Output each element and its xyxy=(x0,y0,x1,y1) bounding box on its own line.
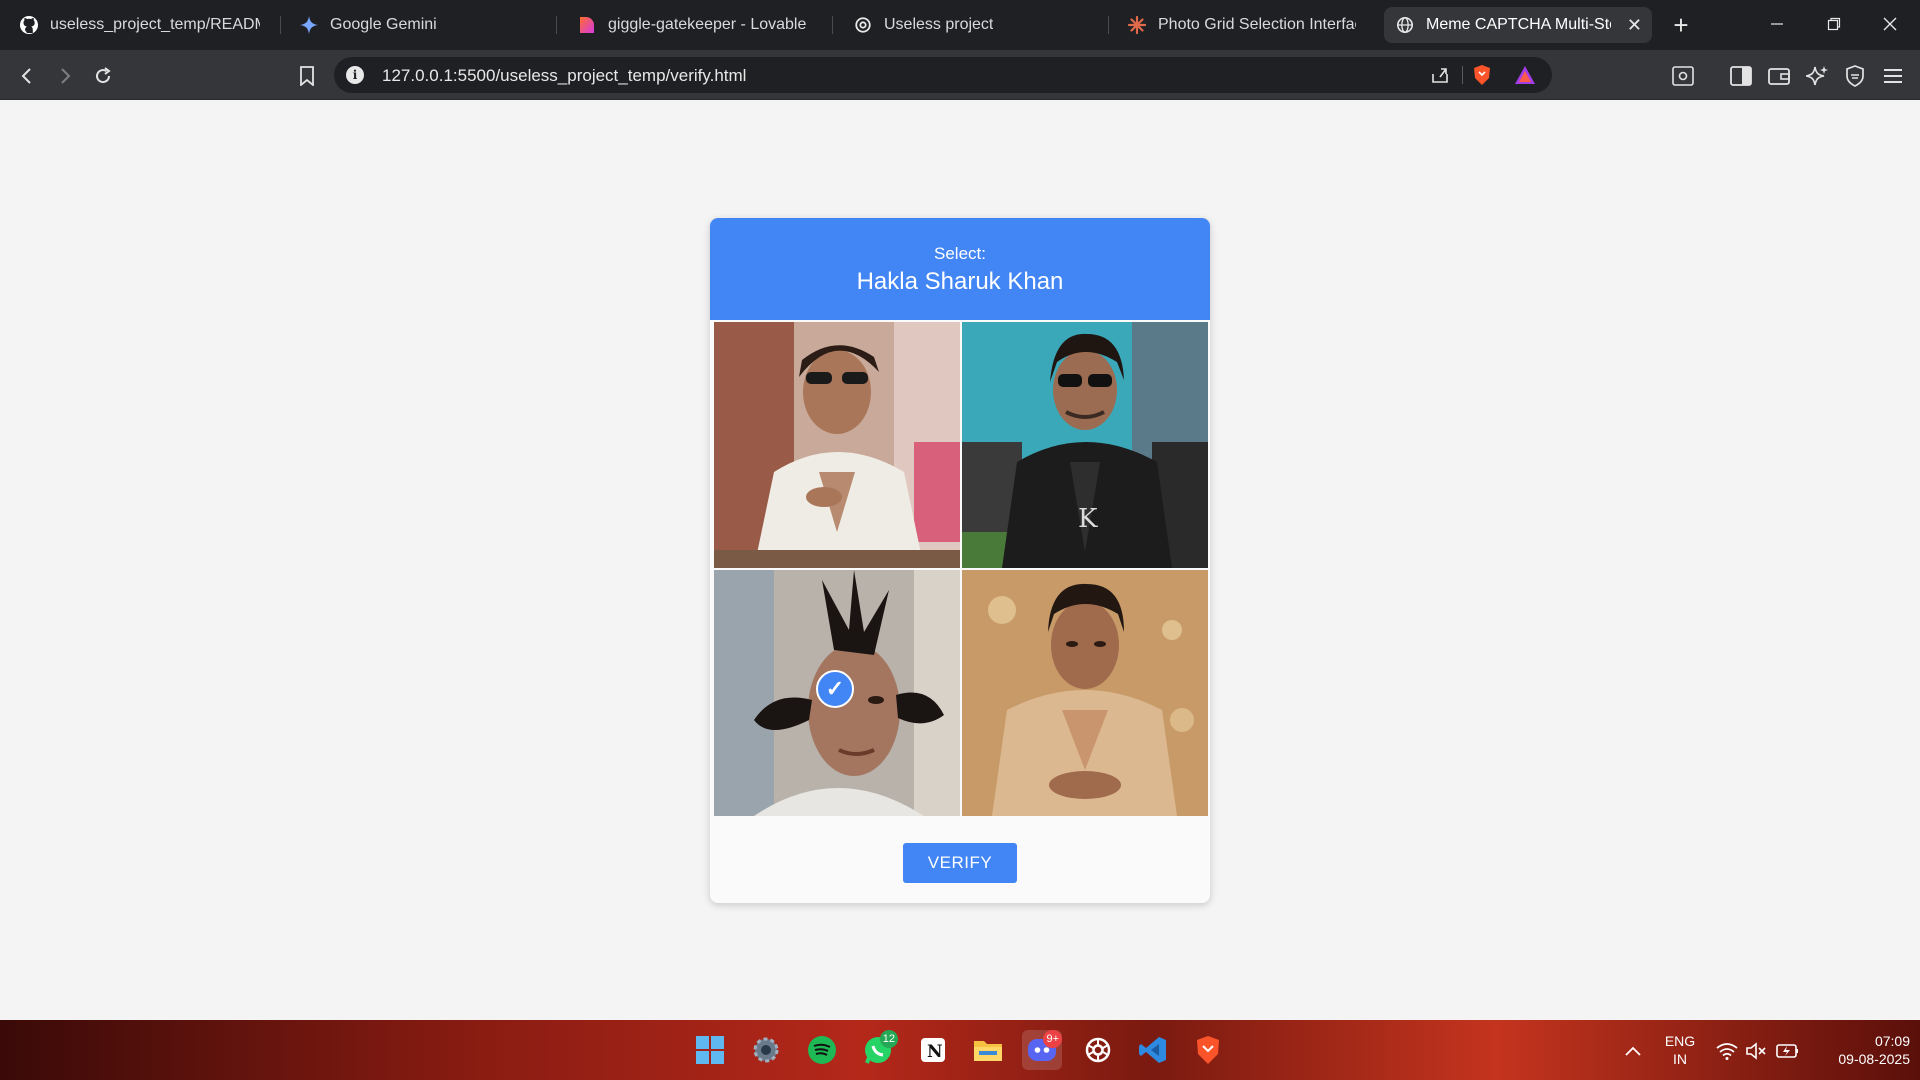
back-icon[interactable] xyxy=(14,63,40,89)
chatgpt-app-icon[interactable] xyxy=(1078,1030,1118,1070)
vpn-shield-icon[interactable] xyxy=(1842,63,1868,89)
tab-title: Meme CAPTCHA Multi-Step xyxy=(1426,16,1611,33)
windows-taskbar: 12 N 9+ ENG IN 07:09 09-08-2025 xyxy=(0,1020,1920,1080)
show-hidden-icons-icon[interactable] xyxy=(1622,1040,1644,1062)
brave-shields-icon[interactable] xyxy=(1472,64,1492,91)
address-bar[interactable]: i 127.0.0.1:5500/useless_project_temp/ve… xyxy=(334,57,1552,93)
restore-icon[interactable] xyxy=(1812,6,1856,42)
battery-charging-icon[interactable] xyxy=(1776,1040,1798,1062)
settings-icon[interactable] xyxy=(746,1030,786,1070)
claude-icon xyxy=(1126,14,1148,36)
forward-icon[interactable] xyxy=(52,63,78,89)
tab-useless-project[interactable]: Useless project xyxy=(842,7,1102,43)
chatgpt-icon xyxy=(852,14,874,36)
selected-check-icon: ✓ xyxy=(816,670,854,708)
close-window-icon[interactable] xyxy=(1868,6,1912,42)
minimize-icon[interactable] xyxy=(1755,6,1799,42)
reload-icon[interactable] xyxy=(90,63,116,89)
captcha-tile-4[interactable] xyxy=(962,570,1208,816)
captcha-tile-2[interactable]: K xyxy=(962,322,1208,568)
image-grid: K ✓ xyxy=(712,322,1208,818)
vscode-icon[interactable] xyxy=(1133,1030,1173,1070)
brave-rewards-icon[interactable] xyxy=(1514,65,1536,90)
tab-divider xyxy=(280,16,281,34)
browser-tab-strip: useless_project_temp/README.m Google Gem… xyxy=(0,0,1920,50)
page-content: Select: Hakla Sharuk Khan K ✓ VERIFY xyxy=(0,101,1920,1020)
close-tab-icon[interactable]: ✕ xyxy=(1611,15,1642,36)
gemini-icon xyxy=(298,14,320,36)
captcha-tile-1[interactable] xyxy=(714,322,960,568)
site-info-icon[interactable]: i xyxy=(346,66,364,84)
tab-divider xyxy=(832,16,833,34)
bookmark-icon[interactable] xyxy=(294,63,320,89)
notion-icon[interactable]: N xyxy=(913,1030,953,1070)
brave-browser-icon[interactable] xyxy=(1188,1030,1228,1070)
new-tab-button[interactable]: + xyxy=(1664,8,1698,42)
photo-man-beige-outfit xyxy=(962,570,1208,816)
clock[interactable]: 07:09 09-08-2025 xyxy=(1810,1032,1910,1068)
svg-text:N: N xyxy=(927,1042,943,1062)
whatsapp-badge: 12 xyxy=(879,1030,898,1048)
menu-icon[interactable] xyxy=(1880,63,1906,89)
start-icon[interactable] xyxy=(690,1030,730,1070)
tab-title: Google Gemini xyxy=(330,16,437,33)
file-explorer-icon[interactable] xyxy=(968,1030,1008,1070)
tab-divider xyxy=(556,16,557,34)
discord-badge: 9+ xyxy=(1043,1030,1062,1048)
clock-date: 09-08-2025 xyxy=(1838,1051,1910,1067)
tab-meme-captcha[interactable]: Meme CAPTCHA Multi-Step ✕ xyxy=(1384,7,1652,43)
browser-toolbar: i 127.0.0.1:5500/useless_project_temp/ve… xyxy=(0,50,1920,100)
target-name: Hakla Sharuk Khan xyxy=(856,268,1064,295)
language-code: ENG xyxy=(1664,1033,1696,1049)
leo-ai-icon[interactable] xyxy=(1804,63,1830,89)
region-code: IN xyxy=(1673,1051,1687,1067)
tab-title: Useless project xyxy=(884,16,994,33)
wifi-icon[interactable] xyxy=(1716,1040,1738,1062)
select-label: Select: xyxy=(934,244,986,263)
lovable-icon xyxy=(576,14,598,36)
wallet-icon[interactable] xyxy=(1766,63,1792,89)
address-url[interactable]: 127.0.0.1:5500/useless_project_temp/veri… xyxy=(382,66,746,86)
captcha-card: Select: Hakla Sharuk Khan K ✓ VERIFY xyxy=(710,218,1210,903)
spotify-icon[interactable] xyxy=(802,1030,842,1070)
tab-title: giggle-gatekeeper - Lovable xyxy=(608,16,807,33)
discord-icon[interactable]: 9+ xyxy=(1022,1030,1062,1070)
tab-divider xyxy=(1108,16,1109,34)
github-icon xyxy=(18,14,40,36)
reader-mode-icon[interactable] xyxy=(1670,63,1696,89)
tab-photo-grid[interactable]: Photo Grid Selection Interface - xyxy=(1116,7,1366,43)
share-icon[interactable] xyxy=(1430,65,1450,90)
volume-muted-icon[interactable] xyxy=(1746,1040,1768,1062)
tab-title: useless_project_temp/README.m xyxy=(50,16,260,33)
captcha-tile-3[interactable]: ✓ xyxy=(714,570,960,816)
whatsapp-icon[interactable]: 12 xyxy=(858,1030,898,1070)
captcha-header: Select: Hakla Sharuk Khan xyxy=(710,218,1210,320)
clock-time: 07:09 xyxy=(1874,1033,1910,1049)
verify-button[interactable]: VERIFY xyxy=(903,843,1017,883)
tab-title: Photo Grid Selection Interface - xyxy=(1158,16,1356,33)
divider xyxy=(1462,66,1463,84)
globe-icon xyxy=(1394,14,1416,36)
sidebar-icon[interactable] xyxy=(1728,63,1754,89)
tab-google-gemini[interactable]: Google Gemini xyxy=(288,7,548,43)
photo-man-black-suit: K xyxy=(962,322,1208,568)
input-language[interactable]: ENG IN xyxy=(1660,1032,1700,1068)
tab-github-readme[interactable]: useless_project_temp/README.m xyxy=(8,7,270,43)
tab-lovable[interactable]: giggle-gatekeeper - Lovable xyxy=(566,7,828,43)
photo-man-white-shirt xyxy=(714,322,960,568)
svg-text:K: K xyxy=(1078,504,1098,534)
